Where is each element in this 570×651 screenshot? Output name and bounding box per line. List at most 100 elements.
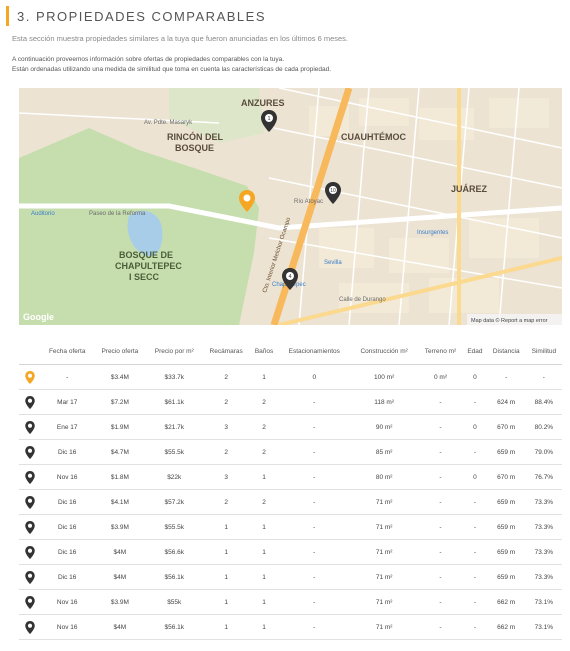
cell-similitud: 73.1%: [525, 614, 562, 640]
cell-estacionamientos: -: [277, 564, 351, 590]
cell-precio-m2: $21.7k: [146, 414, 203, 440]
cell-recamaras: 1: [202, 539, 251, 565]
map-pin-icon: [19, 539, 41, 565]
map-pin-icon: [19, 414, 41, 440]
cell-banos: 2: [250, 489, 278, 515]
cell-similitud: 73.3%: [525, 514, 562, 540]
cell-recamaras: 2: [202, 389, 251, 415]
map-attribution[interactable]: Map data © Report a map error: [471, 317, 548, 324]
col-terreno: Terreno m²: [417, 338, 464, 365]
cell-distancia: 670 m: [486, 414, 526, 440]
table-row[interactable]: Dic 16 $4.7M $55.5k 2 2-85 m² - -659 m 79.0%: [19, 439, 562, 465]
table-row[interactable]: Dic 16 $3.9M $55.5k 1 1-71 m² - -659 m 73.3%: [19, 514, 562, 540]
cell-distancia: 662 m: [486, 614, 526, 640]
cell-estacionamientos: -: [277, 514, 351, 540]
comparables-map[interactable]: ANZURES RINCÓN DEL BOSQUE CUAUHTÉMOC JUÁ…: [19, 88, 562, 325]
cell-construccion: 71 m²: [350, 614, 418, 640]
cell-precio-m2: $55k: [146, 589, 203, 615]
map-pin-icon: [19, 389, 41, 415]
cell-recamaras: 1: [202, 589, 251, 615]
section-accent-bar: [6, 6, 9, 26]
cell-distancia: 659 m: [486, 514, 526, 540]
cell-banos: 1: [250, 539, 278, 565]
cell-recamaras: 3: [202, 414, 251, 440]
cell-distancia: 659 m: [486, 489, 526, 515]
cell-estacionamientos: -: [277, 589, 351, 615]
cell-estacionamientos: -: [277, 414, 351, 440]
cell-precio-m2: $56.1k: [146, 614, 203, 640]
map-label-cuauhtemoc: CUAUHTÉMOC: [341, 132, 406, 142]
table-row[interactable]: Dic 16 $4M $56.1k 1 1-71 m² - -659 m 73.3%: [19, 564, 562, 590]
cell-fecha-oferta: Nov 16: [41, 614, 94, 640]
cell-precio-oferta: $4.7M: [93, 439, 147, 465]
map-pin-4-label: 4: [288, 274, 291, 280]
cell-terreno: -: [417, 589, 464, 615]
cell-edad: -: [463, 614, 487, 640]
cell-similitud: 76.7%: [525, 464, 562, 490]
table-row[interactable]: Dic 16 $4.1M $57.2k 2 2-71 m² - -659 m 73.3%: [19, 489, 562, 515]
google-logo: Google: [23, 312, 54, 322]
cell-fecha-oferta: Nov 16: [41, 589, 94, 615]
cell-precio-oferta: $3.9M: [93, 514, 147, 540]
col-pin: [19, 338, 41, 365]
map-label-durango: Calle de Durango: [339, 297, 386, 303]
cell-edad: -: [463, 589, 487, 615]
info-line-2: Están ordenadas utilizando una medida de…: [12, 66, 332, 73]
cell-recamaras: 1: [202, 614, 251, 640]
cell-banos: 2: [250, 414, 278, 440]
cell-estacionamientos: -: [277, 439, 351, 465]
map-pin-10-label: 10: [330, 188, 336, 194]
cell-precio-oferta: $1.8M: [93, 464, 147, 490]
cell-distancia: 659 m: [486, 439, 526, 465]
cell-banos: 1: [250, 364, 278, 390]
cell-edad: 0: [463, 364, 487, 390]
map-label-rincon: RINCÓN DEL: [167, 131, 224, 142]
cell-edad: -: [463, 439, 487, 465]
col-precio-oferta: Precio oferta: [93, 338, 147, 365]
map-pin-icon: [19, 564, 41, 590]
cell-similitud: 73.1%: [525, 589, 562, 615]
table-row[interactable]: - $3.4M $33.7k 2 1 0 100 m² 0 m² 0- -: [19, 364, 562, 390]
cell-terreno: -: [417, 614, 464, 640]
cell-precio-oferta: $3.4M: [93, 364, 147, 390]
map-label-insurgentes: Insurgentes: [417, 230, 448, 236]
cell-edad: -: [463, 539, 487, 565]
cell-similitud: 73.3%: [525, 564, 562, 590]
cell-similitud: 80.2%: [525, 414, 562, 440]
table-header-row: Fecha oferta Precio oferta Precio por m²…: [19, 338, 562, 365]
cell-fecha-oferta: Nov 16: [41, 464, 94, 490]
cell-fecha-oferta: Dic 16: [41, 539, 94, 565]
col-precio-m2: Precio por m²: [146, 338, 203, 365]
cell-precio-m2: $55.5k: [146, 439, 203, 465]
cell-similitud: 73.3%: [525, 489, 562, 515]
cell-terreno: -: [417, 514, 464, 540]
table-row[interactable]: Nov 16 $4M $56.1k 1 1-71 m² - -662 m 73.1%: [19, 614, 562, 640]
cell-precio-m2: $56.1k: [146, 564, 203, 590]
cell-terreno: -: [417, 464, 464, 490]
cell-fecha-oferta: Dic 16: [41, 439, 94, 465]
cell-estacionamientos: -: [277, 614, 351, 640]
col-distancia: Distancia: [486, 338, 526, 365]
cell-construccion: 71 m²: [350, 489, 418, 515]
map-label-rincon-2: BOSQUE: [175, 143, 214, 153]
table-row[interactable]: Mar 17 $7.2M $61.1k 2 2-118 m² - -624 m 88.4%: [19, 389, 562, 415]
cell-fecha-oferta: -: [41, 364, 94, 390]
map-label-sevilla: Sevilla: [324, 260, 342, 266]
map-label-juarez: JUÁREZ: [451, 184, 488, 194]
table-row[interactable]: Dic 16 $4M $56.6k 1 1-71 m² - -659 m 73.3%: [19, 539, 562, 565]
map-label-bosque-2: CHAPULTEPEC: [115, 261, 182, 271]
map-label-masaryk: Av. Pdte. Masaryk: [144, 120, 193, 126]
col-construccion: Construcción m²: [350, 338, 418, 365]
cell-precio-oferta: $3.9M: [93, 589, 147, 615]
cell-precio-oferta: $1.9M: [93, 414, 147, 440]
table-row[interactable]: Nov 16 $1.8M $22k 3 1-80 m² -0 670 m 76.7%: [19, 464, 562, 490]
table-row[interactable]: Ene 17 $1.9M $21.7k 3 2-90 m² -0 670 m 80.2%: [19, 414, 562, 440]
cell-precio-m2: $57.2k: [146, 489, 203, 515]
cell-construccion: 80 m²: [350, 464, 418, 490]
cell-fecha-oferta: Ene 17: [41, 414, 94, 440]
table-row[interactable]: Nov 16 $3.9M $55k 1 1-71 m² - -662 m 73.1%: [19, 589, 562, 615]
cell-banos: 1: [250, 589, 278, 615]
cell-precio-oferta: $4M: [93, 539, 147, 565]
cell-construccion: 71 m²: [350, 564, 418, 590]
cell-construccion: 85 m²: [350, 439, 418, 465]
